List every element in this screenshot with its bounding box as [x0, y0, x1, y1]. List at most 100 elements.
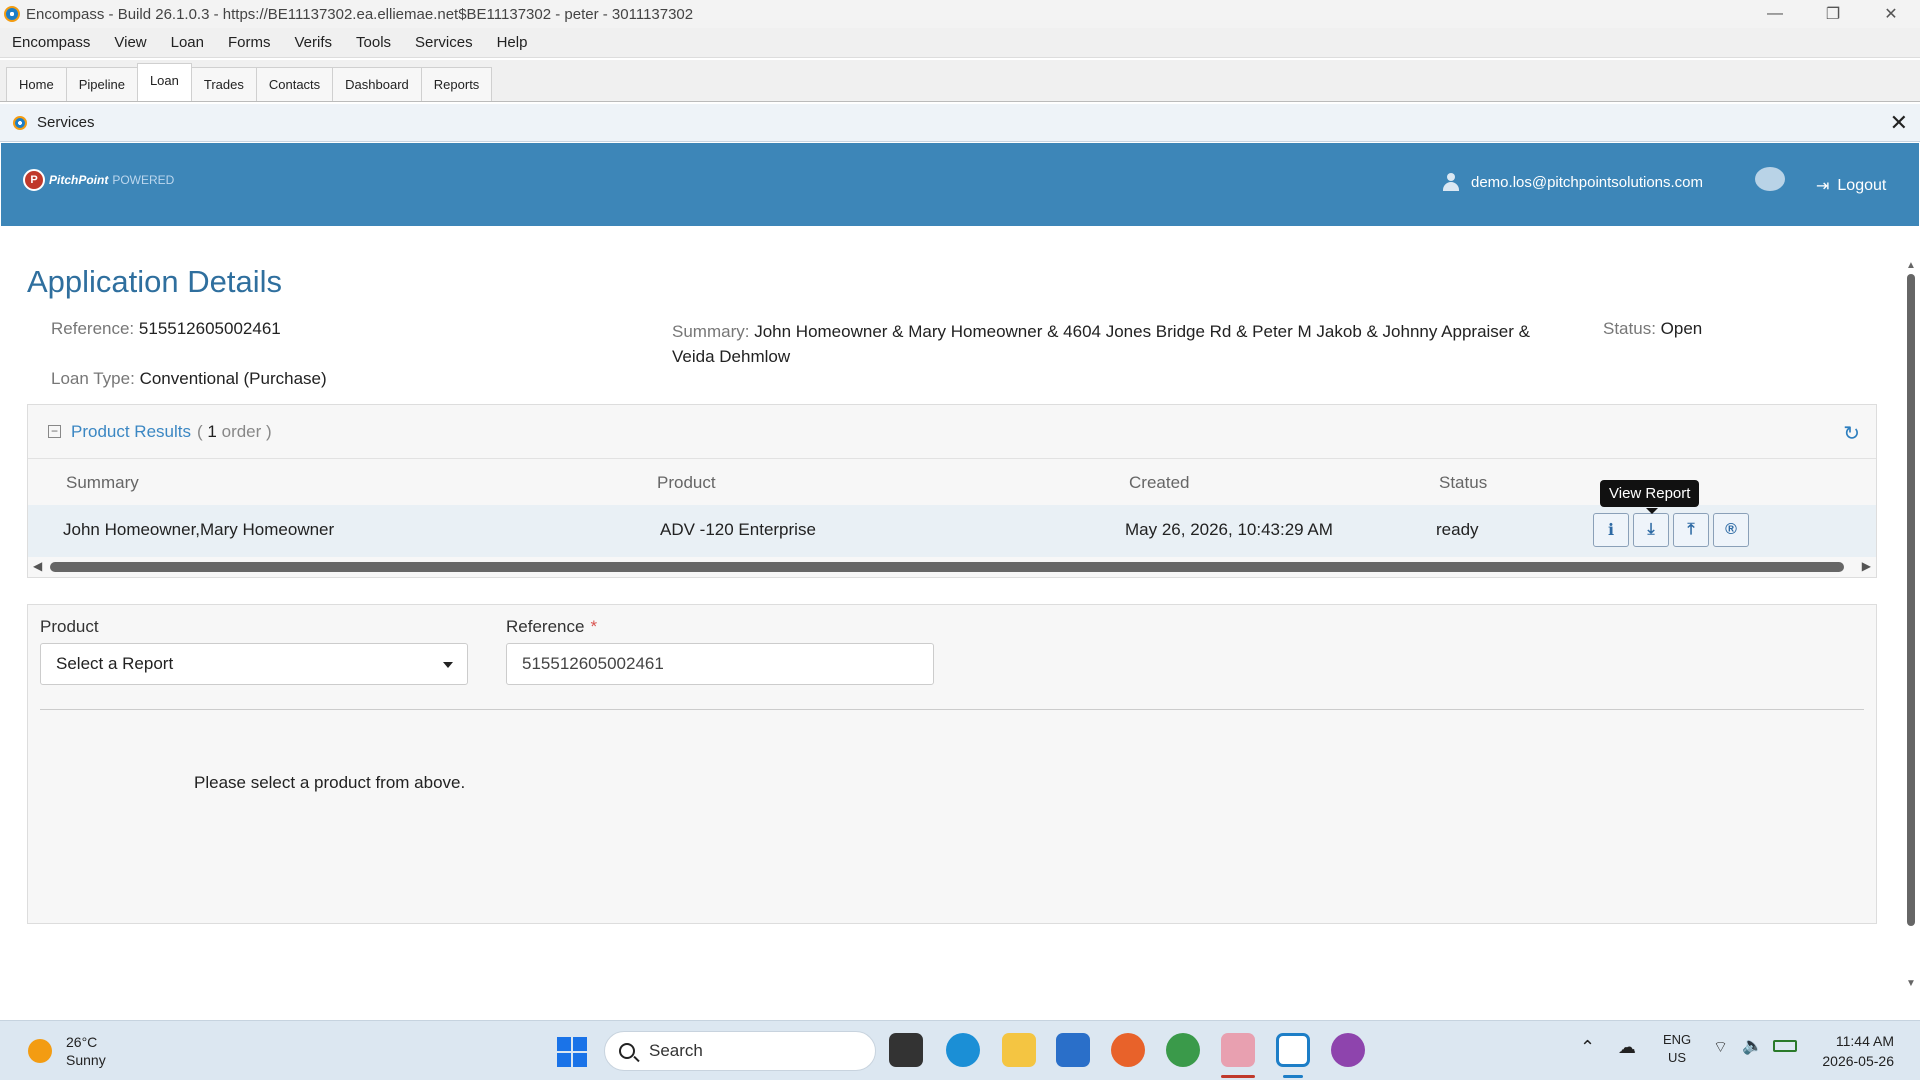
slack-icon[interactable] [1221, 1033, 1255, 1067]
window-controls: — ❐ ✕ [1746, 0, 1920, 28]
loan-type-label: Loan Type: [51, 369, 135, 388]
user-email[interactable]: demo.los@pitchpointsolutions.com [1471, 174, 1703, 191]
summary-value-line1: John Homeowner & Mary Homeowner & 4604 J… [754, 322, 1530, 341]
user-icon [1443, 173, 1459, 191]
product-label-text: Product [40, 617, 99, 636]
purple-app-icon[interactable] [1331, 1033, 1365, 1067]
menu-verifs[interactable]: Verifs [283, 34, 345, 51]
slack-active-indicator [1221, 1075, 1255, 1078]
menu-view[interactable]: View [102, 34, 158, 51]
scroll-left-arrow-icon[interactable]: ◀ [33, 559, 42, 573]
reference-value: 515512605002461 [138, 319, 281, 338]
user-info[interactable]: demo.los@pitchpointsolutions.com [1443, 173, 1703, 191]
row-status: ready [1436, 520, 1479, 539]
pitchpoint-header: P PitchPoint POWERED demo.los@pitchpoint… [1, 143, 1919, 226]
firefox-icon[interactable] [1111, 1033, 1145, 1067]
weather-widget[interactable]: 26°C Sunny [28, 1033, 106, 1069]
order-form-panel: Product Select a Report Reference * Pleas… [27, 604, 1877, 924]
collapse-toggle-icon[interactable]: − [48, 425, 61, 438]
reference-meta: Reference: 515512605002461 [51, 319, 281, 339]
status-value: Open [1660, 319, 1703, 338]
menu-tools[interactable]: Tools [344, 34, 403, 51]
vertical-scroll-thumb[interactable] [1907, 274, 1915, 926]
windows-start-icon[interactable] [557, 1037, 587, 1067]
column-header-product: Product [657, 473, 716, 492]
logout-label: Logout [1837, 177, 1887, 194]
reference-input[interactable] [506, 643, 934, 685]
menu-services[interactable]: Services [403, 34, 485, 51]
chat-icon[interactable] [1755, 167, 1785, 191]
taskbar-search[interactable]: Search [604, 1031, 876, 1071]
pitchpoint-logo: P PitchPoint POWERED [23, 169, 174, 191]
scroll-down-arrow-icon[interactable]: ▼ [1906, 978, 1916, 989]
form-divider [40, 709, 1864, 710]
language-region: US [1668, 1050, 1687, 1065]
onedrive-cloud-icon[interactable]: ☁ [1618, 1037, 1636, 1058]
menu-bar: Encompass View Loan Forms Verifs Tools S… [0, 28, 1920, 58]
column-header-status: Status [1439, 473, 1488, 492]
results-column-headers: Summary Product Created Status [28, 459, 1876, 505]
scroll-right-arrow-icon[interactable]: ▶ [1862, 559, 1871, 573]
status-label: Status: [1603, 319, 1656, 338]
edge-browser-icon[interactable] [946, 1033, 980, 1067]
order-count: ( 1 order ) [197, 422, 272, 442]
row-product: ADV -120 Enterprise [660, 520, 816, 539]
scroll-up-arrow-icon[interactable]: ▲ [1906, 260, 1916, 271]
tab-contacts[interactable]: Contacts [255, 67, 334, 101]
encompass-app-icon [4, 6, 20, 22]
system-clock[interactable]: 11:44 AM 2026-05-26 [1808, 1031, 1894, 1071]
language-indicator[interactable]: ENG US [1663, 1031, 1691, 1067]
clock-time: 11:44 AM [1835, 1033, 1894, 1049]
vertical-scrollbar[interactable]: ▲ ▼ [1905, 260, 1917, 990]
upload-button[interactable]: ⤒ [1673, 513, 1709, 547]
reorder-button[interactable]: ® [1713, 513, 1749, 547]
restore-button[interactable]: ❐ [1804, 0, 1862, 28]
horizontal-scroll-thumb[interactable] [50, 562, 1844, 572]
tab-dashboard[interactable]: Dashboard [332, 67, 422, 101]
logout-button[interactable]: ⇥ Logout [1816, 176, 1886, 196]
close-services-button[interactable]: ✕ [1890, 110, 1908, 136]
weather-temperature: 26°C [66, 1034, 98, 1050]
menu-loan[interactable]: Loan [159, 34, 216, 51]
loan-type-value: Conventional (Purchase) [139, 369, 327, 388]
wifi-icon[interactable]: ⌔ [1713, 1037, 1728, 1057]
row-summary: John Homeowner,Mary Homeowner [63, 520, 335, 539]
page-title: Application Details [27, 264, 283, 299]
menu-forms[interactable]: Forms [216, 34, 283, 51]
battery-icon[interactable] [1773, 1040, 1797, 1052]
tab-pipeline[interactable]: Pipeline [65, 67, 138, 101]
refresh-icon[interactable]: ↻ [1843, 421, 1860, 446]
windows-taskbar: 26°C Sunny Search ⌃ ☁ ENG US ⌔ 🔈 11:44 A… [0, 1020, 1920, 1080]
services-icon [13, 115, 27, 130]
volume-icon[interactable]: 🔈 [1742, 1036, 1763, 1056]
minimize-button[interactable]: — [1746, 0, 1804, 28]
menu-help[interactable]: Help [485, 34, 540, 51]
main-tab-bar: Home Pipeline Loan Trades Contacts Dashb… [0, 60, 1920, 102]
chrome-icon[interactable] [1166, 1033, 1200, 1067]
logout-icon: ⇥ [1816, 178, 1830, 195]
tray-overflow-chevron-icon[interactable]: ⌃ [1580, 1037, 1595, 1058]
table-row[interactable]: John Homeowner,Mary Homeowner ADV -120 E… [28, 505, 1876, 557]
microsoft-store-icon[interactable] [1056, 1033, 1090, 1067]
clock-date: 2026-05-26 [1822, 1053, 1894, 1069]
encompass-taskbar-icon[interactable] [1276, 1033, 1310, 1067]
menu-encompass[interactable]: Encompass [0, 34, 102, 51]
product-results-title[interactable]: Product Results [71, 422, 191, 442]
reference-label-text: Reference [506, 617, 585, 636]
summary-value-line2: Veida Dehmlow [672, 347, 791, 366]
info-button[interactable]: ℹ [1593, 513, 1629, 547]
column-header-summary: Summary [66, 473, 139, 492]
product-select[interactable]: Select a Report [40, 643, 468, 685]
status-meta: Status: Open [1603, 319, 1702, 339]
tab-home[interactable]: Home [6, 67, 67, 101]
file-explorer-icon[interactable] [1002, 1033, 1036, 1067]
chevron-down-icon [443, 662, 453, 673]
tab-loan[interactable]: Loan [136, 63, 192, 101]
horizontal-scrollbar[interactable]: ◀ ▶ [28, 559, 1876, 575]
task-view-icon[interactable] [889, 1033, 923, 1067]
order-count-open: ( [197, 421, 203, 441]
tab-trades[interactable]: Trades [190, 67, 257, 101]
tab-reports[interactable]: Reports [420, 67, 493, 101]
window-title: Encompass - Build 26.1.0.3 - https://BE1… [26, 5, 694, 23]
close-window-button[interactable]: ✕ [1862, 0, 1920, 28]
